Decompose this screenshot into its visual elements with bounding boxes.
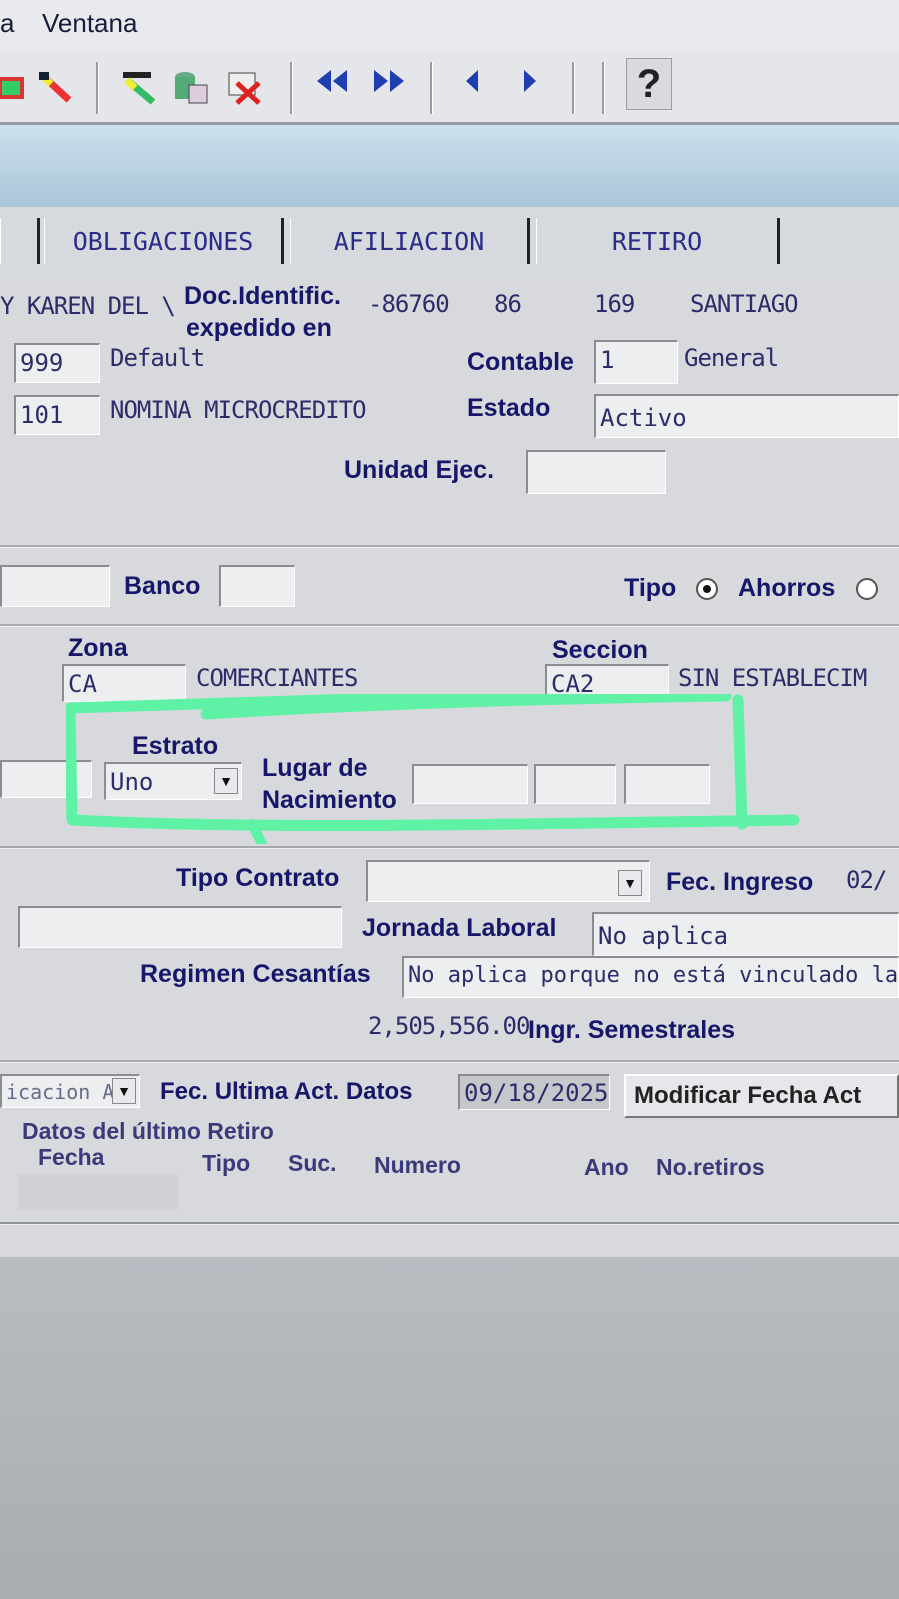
retiro-col-suc: Suc. xyxy=(288,1150,337,1176)
window-background xyxy=(0,1257,899,1599)
regimen-label: Regimen Cesantías xyxy=(140,960,371,988)
retiro-col-ano: Ano xyxy=(584,1154,629,1180)
jornada-label: Jornada Laboral xyxy=(362,914,557,942)
tipo-contrato-label: Tipo Contrato xyxy=(176,864,340,892)
divider xyxy=(0,545,899,548)
retiro-grid-title: Datos del último Retiro xyxy=(22,1118,274,1144)
zona-label: Zona xyxy=(68,634,128,662)
unidad-ejec-field[interactable] xyxy=(526,450,666,494)
banco-field[interactable] xyxy=(219,565,295,607)
seccion-desc: SIN ESTABLECIM xyxy=(678,664,867,692)
toolbar-separator xyxy=(602,62,605,114)
banco-label: Banco xyxy=(124,572,201,600)
ingresos-label: Ingr. Semestrales xyxy=(528,1016,736,1044)
tipo-contrato-dropdown-icon[interactable]: ▼ xyxy=(618,870,642,896)
database-icon[interactable] xyxy=(170,68,212,108)
retiro-col-tipo: Tipo xyxy=(202,1150,251,1176)
highlight-annotation xyxy=(66,694,800,844)
toolbar-separator xyxy=(430,62,433,114)
tipo-label: Tipo xyxy=(624,574,677,602)
contable-code-field[interactable]: 1 xyxy=(594,340,678,384)
doc-number: -86760 xyxy=(368,290,450,318)
doc-dept-code: 86 xyxy=(494,290,522,318)
toolbar-separator xyxy=(290,62,293,114)
jornada-field[interactable]: No aplica xyxy=(592,912,899,956)
unidad-ejec-label: Unidad Ejec. xyxy=(344,456,495,484)
expedido-en-label: expedido en xyxy=(186,314,332,342)
menu-item-partial[interactable]: a xyxy=(0,8,14,39)
first-record-icon[interactable] xyxy=(313,66,351,104)
tipo-ahorros-label: Ahorros xyxy=(738,574,836,602)
retiro-fecha-cell xyxy=(18,1174,178,1210)
clasificacion-value: icacion A xyxy=(6,1080,115,1104)
wand-icon[interactable] xyxy=(36,68,78,108)
fec-ingreso-label: Fec. Ingreso xyxy=(666,868,814,896)
delete-record-icon[interactable] xyxy=(224,68,266,108)
query-icon[interactable] xyxy=(118,68,160,108)
tipo-contrato-select[interactable] xyxy=(366,860,650,902)
retiro-col-fecha: Fecha xyxy=(38,1144,105,1170)
menu-item-ventana[interactable]: Ventana xyxy=(42,8,137,39)
edit-record-icon[interactable] xyxy=(0,68,34,108)
zona-desc: COMERCIANTES xyxy=(196,664,358,692)
code-desc-1: Default xyxy=(110,344,205,372)
retiro-col-numero: Numero xyxy=(374,1152,461,1178)
previous-record-icon[interactable] xyxy=(462,66,482,104)
seccion-label: Seccion xyxy=(552,636,648,664)
toolbar-separator xyxy=(96,62,99,114)
clasificacion-dropdown-icon[interactable]: ▼ xyxy=(112,1078,136,1104)
code-desc-2: NOMINA MICROCREDITO xyxy=(110,396,367,424)
divider xyxy=(0,1060,899,1063)
doc-city-name: SANTIAGO xyxy=(690,290,799,318)
next-record-icon[interactable] xyxy=(520,66,540,104)
blank-field[interactable] xyxy=(18,906,342,948)
tipo-other-radio[interactable] xyxy=(856,578,878,600)
estado-label: Estado xyxy=(467,394,551,422)
help-button[interactable]: ? xyxy=(626,58,672,110)
retiro-col-no-retiros: No.retiros xyxy=(656,1154,765,1180)
toolbar-separator xyxy=(572,62,575,114)
doc-city-code: 169 xyxy=(594,290,635,318)
doc-identific-label: Doc.Identific. xyxy=(184,282,341,310)
divider xyxy=(0,846,899,849)
modificar-fecha-button[interactable]: Modificar Fecha Act xyxy=(624,1074,899,1118)
fec-ultima-act-field[interactable]: 09/18/2025 xyxy=(458,1074,610,1110)
ingresos-value: 2,505,556.00 xyxy=(368,1012,530,1040)
regimen-field[interactable]: No aplica porque no está vinculado labor… xyxy=(402,956,899,998)
estado-field[interactable]: Activo xyxy=(594,394,899,438)
contable-desc: General xyxy=(684,344,779,372)
tipo-ahorros-radio[interactable] xyxy=(696,578,718,600)
code-field-2[interactable]: 101 xyxy=(14,395,100,435)
divider xyxy=(0,624,899,627)
code-field-1[interactable]: 999 xyxy=(14,343,100,383)
fec-ingreso-value: 02/ xyxy=(846,866,887,894)
divider xyxy=(0,1222,899,1225)
contable-label: Contable xyxy=(467,348,574,376)
window-title-band xyxy=(0,125,899,209)
tab-partial[interactable] xyxy=(0,218,40,264)
tab-afiliacion[interactable]: AFILIACION xyxy=(290,218,530,264)
employee-name: Y KAREN DEL \ xyxy=(0,292,176,320)
tab-retiro[interactable]: RETIRO xyxy=(536,218,780,264)
tab-obligaciones[interactable]: OBLIGACIONES xyxy=(44,218,284,264)
last-record-icon[interactable] xyxy=(370,66,408,104)
account-field[interactable] xyxy=(0,565,110,607)
fec-ultima-act-label: Fec. Ultima Act. Datos xyxy=(160,1078,413,1105)
